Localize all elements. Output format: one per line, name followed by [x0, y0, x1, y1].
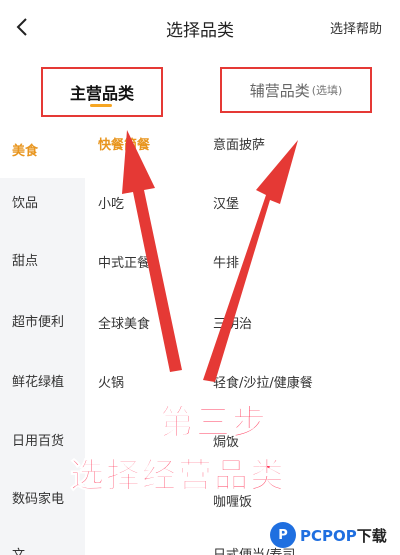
watermark-text: PCPOP下载 [300, 525, 387, 546]
pcpop-logo-icon: P [270, 522, 296, 548]
watermark-suffix: 下载 [356, 526, 387, 545]
step-caption: 第三步 [160, 403, 268, 444]
watermark-brand: PCPOP [300, 526, 357, 545]
arrow-right-icon [203, 140, 298, 382]
arrow-left-icon [122, 130, 182, 372]
step-description: 选择经营品类 [70, 456, 286, 497]
site-watermark: P PCPOP下载 [270, 518, 387, 552]
